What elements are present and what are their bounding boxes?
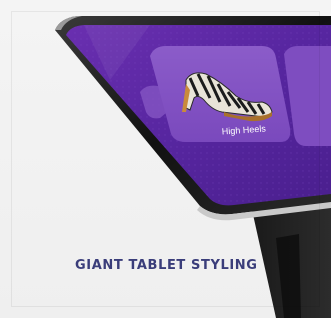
card-caption[interactable]: GIANT TABLET STYLING — [0, 258, 331, 273]
product-card[interactable]: High Heels GIANT TABLET STYLING — [0, 0, 331, 318]
